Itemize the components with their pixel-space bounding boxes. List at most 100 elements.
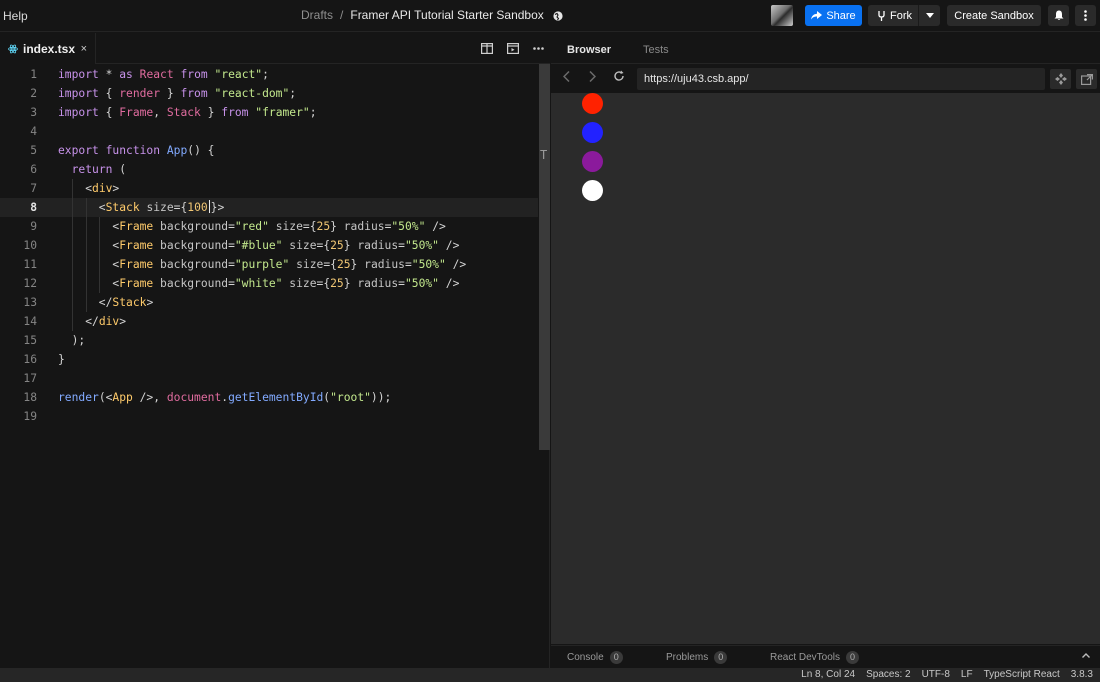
code-line[interactable]: 7 <div> [0, 179, 538, 198]
share-button[interactable]: Share [805, 5, 862, 26]
tab-browser[interactable]: Browser [567, 44, 611, 56]
more-horizontal-icon[interactable] [532, 42, 545, 55]
more-menu-button[interactable] [1075, 5, 1096, 26]
code-token: background [160, 239, 229, 252]
close-tab-icon[interactable]: × [81, 43, 87, 55]
encoding[interactable]: UTF-8 [922, 669, 950, 680]
code-token: = [404, 258, 412, 271]
code-token: "50%" [404, 277, 439, 290]
breadcrumb-drafts[interactable]: Drafts [301, 8, 333, 22]
code-token: < [58, 258, 120, 271]
code-token: = [228, 239, 235, 252]
code-line[interactable]: 13 </Stack> [0, 293, 538, 312]
line-number: 5 [30, 144, 37, 157]
breadcrumb-separator: / [340, 8, 344, 22]
sandbox-title[interactable]: Framer API Tutorial Starter Sandbox [350, 8, 543, 22]
code-token: getElementById [228, 391, 324, 404]
split-view-icon[interactable] [480, 42, 493, 55]
code-token: radius [357, 239, 399, 252]
code-token: App [166, 144, 188, 157]
code-text: <div> [58, 179, 119, 198]
code-line[interactable]: 15 ); [0, 331, 538, 350]
code-text: </div> [58, 312, 126, 331]
react-devtools-tab[interactable]: React DevTools 0 [770, 651, 860, 664]
code-token: } [58, 353, 65, 366]
console-tab[interactable]: Console 0 [567, 651, 623, 664]
code-token: size [296, 258, 324, 271]
code-line[interactable]: 19 [0, 407, 538, 426]
code-token: background [160, 258, 229, 271]
avatar[interactable] [771, 5, 793, 26]
code-token: "framer" [255, 106, 310, 119]
back-button[interactable] [562, 70, 570, 85]
language-mode[interactable]: TypeScript React [984, 669, 1060, 680]
code-text: <Frame background="purple" size={25} rad… [58, 255, 466, 274]
code-line[interactable]: 5 export function App() { [0, 141, 538, 160]
fork-options-button[interactable] [918, 5, 940, 26]
code-token: </ [58, 296, 113, 309]
code-token: { [98, 87, 120, 100]
indentation[interactable]: Spaces: 2 [866, 669, 910, 680]
line-number: 3 [30, 106, 37, 119]
code-line[interactable]: 3 import { Frame, Stack } from "framer"; [0, 103, 538, 122]
typescript-version[interactable]: 3.8.3 [1071, 669, 1093, 680]
code-line[interactable]: 12 <Frame background="white" size={25} r… [0, 274, 538, 293]
code-line[interactable]: 2 import { render } from "react-dom"; [0, 84, 538, 103]
breadcrumb: Drafts / Framer API Tutorial Starter Sandb… [301, 8, 563, 22]
help-menu[interactable]: Help [3, 9, 28, 23]
code-token: radius [364, 258, 405, 271]
code-token: = [398, 277, 405, 290]
editor-scrollbar[interactable] [539, 64, 550, 450]
code-token: < [58, 277, 120, 290]
code-token: "red" [234, 220, 269, 233]
code-token: ={ [316, 277, 331, 290]
code-token: /> [438, 239, 460, 252]
code-token: App [112, 391, 133, 404]
tab-tests[interactable]: Tests [643, 44, 669, 56]
code-text: <Frame background="#blue" size={25} radi… [58, 236, 459, 255]
code-line[interactable]: 11 <Frame background="purple" size={25} … [0, 255, 538, 274]
preview-icon[interactable] [506, 42, 519, 55]
create-sandbox-button[interactable]: Create Sandbox [947, 5, 1041, 26]
code-token: size [146, 201, 174, 214]
cursor-position[interactable]: Ln 8, Col 24 [801, 669, 855, 680]
code-token: </ [58, 315, 99, 328]
fork-button[interactable]: Fork [868, 5, 940, 26]
tab-label: index.tsx [23, 41, 76, 56]
line-number: 8 [30, 201, 37, 214]
code-token: "#blue" [234, 239, 283, 252]
code-token: 100 [187, 201, 208, 214]
code-line[interactable]: 9 <Frame background="red" size={25} radi… [0, 217, 538, 236]
code-token: render [119, 87, 161, 100]
code-line[interactable]: 8 <Stack size={100}> [0, 198, 538, 217]
code-line[interactable]: 6 return ( [0, 160, 538, 179]
tab-index-tsx[interactable]: index.tsx × [0, 33, 96, 64]
code-token: ; [309, 106, 317, 119]
code-line[interactable]: 14 </div> [0, 312, 538, 331]
code-line[interactable]: 4 [0, 122, 538, 141]
refresh-button[interactable] [613, 70, 625, 85]
code-editor[interactable]: 1 import * as React from "react"; 2 import … [0, 64, 550, 668]
code-token: radius [343, 220, 385, 233]
code-token: > [146, 296, 154, 309]
line-ending[interactable]: LF [961, 669, 973, 680]
url-input[interactable]: https://uju43.csb.app/ [637, 68, 1045, 90]
notifications-button[interactable] [1048, 5, 1069, 26]
code-text: <Frame background="white" size={25} radi… [58, 274, 459, 293]
expand-console-button[interactable] [1082, 650, 1090, 661]
code-line[interactable]: 18 render(<App />, document.getElementByI… [0, 388, 538, 407]
code-token: background [160, 277, 229, 290]
code-line[interactable]: 10 <Frame background="#blue" size={25} r… [0, 236, 538, 255]
problems-tab[interactable]: Problems 0 [666, 651, 728, 664]
editor-actions [480, 42, 545, 55]
code-line[interactable]: 16} [0, 350, 538, 369]
code-token: size [275, 220, 303, 233]
code-token: Frame [119, 106, 154, 119]
preview-viewport[interactable] [551, 93, 1100, 644]
devtools-toggle-button[interactable] [1050, 69, 1071, 89]
forward-button[interactable] [589, 70, 597, 85]
code-line[interactable]: 1 import * as React from "react"; [0, 65, 538, 84]
open-new-window-button[interactable] [1076, 69, 1097, 89]
code-line[interactable]: 17 [0, 369, 538, 388]
